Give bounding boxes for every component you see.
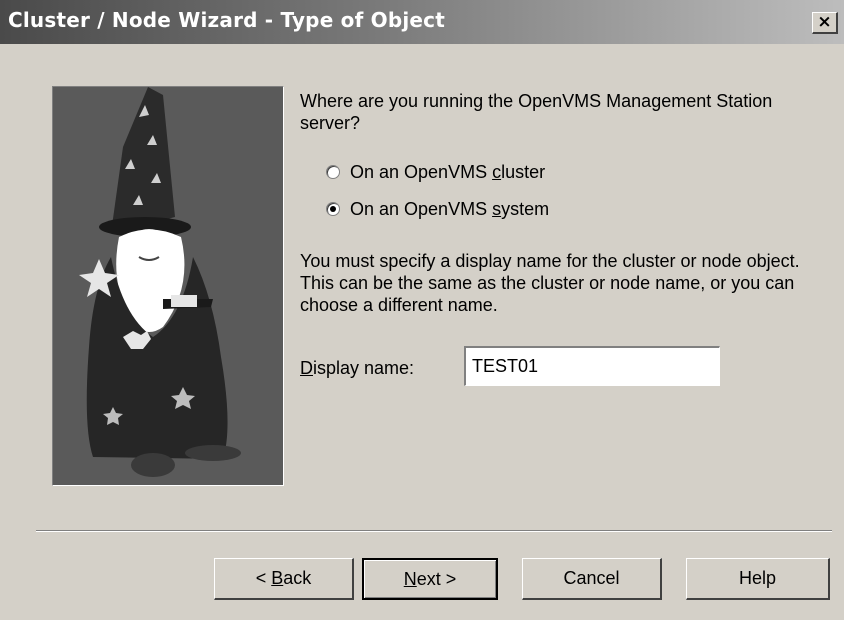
window-title: Cluster / Node Wizard - Type of Object: [8, 8, 445, 32]
help-button[interactable]: Help: [686, 558, 830, 600]
cancel-button[interactable]: Cancel: [522, 558, 662, 600]
close-button[interactable]: ×: [812, 12, 838, 34]
close-icon: ×: [817, 12, 832, 32]
radio-system[interactable]: On an OpenVMS system: [326, 197, 549, 221]
radio-cluster-circle[interactable]: [326, 165, 340, 179]
title-bar[interactable]: Cluster / Node Wizard - Type of Object ×: [0, 0, 844, 44]
info-text: You must specify a display name for the …: [300, 251, 800, 315]
display-name-input[interactable]: [464, 346, 720, 386]
radio-selected-dot: [330, 206, 336, 212]
display-name-label: Display name:: [300, 358, 415, 378]
radio-system-circle[interactable]: [326, 202, 340, 216]
question-text: Where are you running the OpenVMS Manage…: [300, 91, 773, 133]
next-button[interactable]: Next >: [362, 558, 498, 600]
radio-cluster[interactable]: On an OpenVMS cluster: [326, 160, 545, 184]
wizard-icon: [79, 87, 241, 477]
back-button[interactable]: < Back: [214, 558, 354, 600]
radio-cluster-label: On an OpenVMS cluster: [350, 161, 546, 182]
wizard-illustration: [52, 86, 284, 486]
wizard-dialog: Cluster / Node Wizard - Type of Object ×: [0, 0, 844, 620]
separator-line: [36, 530, 832, 532]
radio-system-label: On an OpenVMS system: [350, 198, 550, 219]
